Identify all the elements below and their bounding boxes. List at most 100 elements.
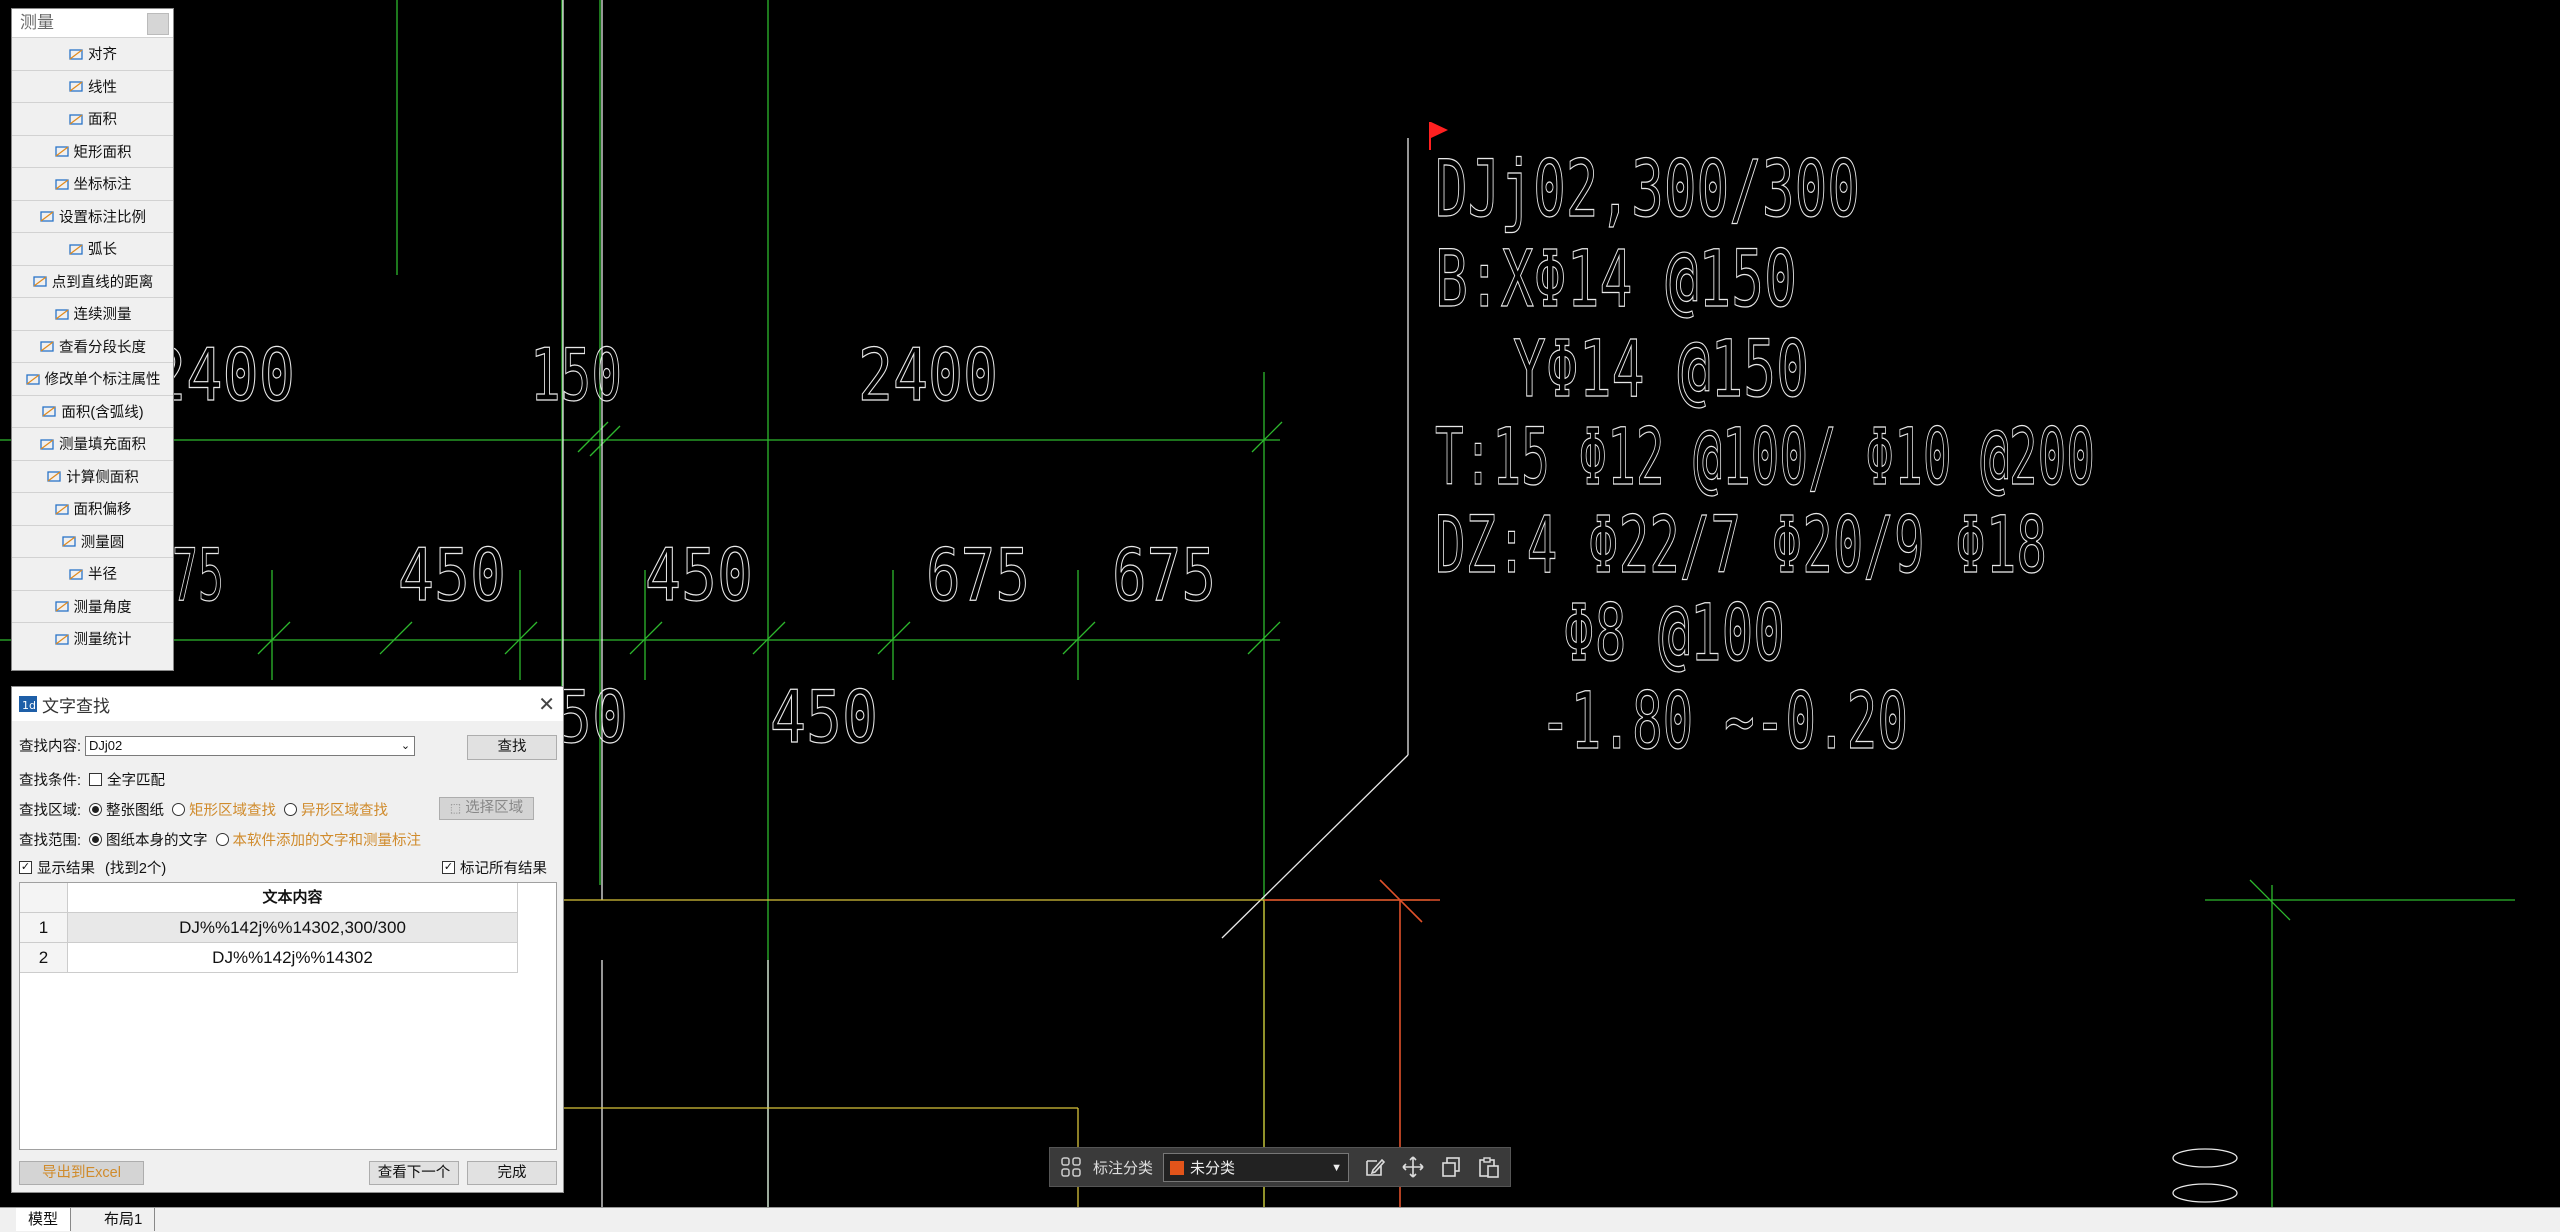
app-icon: 1d bbox=[19, 696, 37, 712]
paste-icon[interactable] bbox=[1477, 1155, 1501, 1179]
measure-tool-icon bbox=[69, 114, 83, 125]
measure-tool-icon bbox=[40, 439, 54, 450]
measure-tool-icon bbox=[69, 49, 83, 60]
dim-text-low-3: 450 bbox=[770, 675, 878, 759]
area-shape-radio[interactable] bbox=[284, 803, 298, 816]
measure-tool-icon bbox=[69, 244, 83, 255]
area-whole-radio[interactable] bbox=[89, 803, 103, 816]
scope-drawing-radio[interactable] bbox=[89, 833, 103, 846]
annotation-line-7: -1.80 ~-0.20 bbox=[1540, 677, 1908, 767]
measure-toolbar-title: 测量 bbox=[12, 9, 173, 37]
table-row[interactable]: 2 DJ%%142j%%14302 bbox=[20, 943, 518, 973]
measure-tool-item[interactable]: 测量填充面积 bbox=[12, 427, 173, 460]
tab-layout1[interactable]: 布局1 bbox=[92, 1208, 156, 1231]
chevron-down-icon[interactable]: ⌄ bbox=[401, 737, 410, 755]
measure-tool-item[interactable]: 面积(含弧线) bbox=[12, 394, 173, 428]
find-scope-label: 查找范围: bbox=[19, 833, 82, 849]
show-results-label: 显示结果 bbox=[37, 861, 95, 877]
measure-tool-label: 测量填充面积 bbox=[59, 437, 146, 454]
measure-tool-item[interactable]: 点到直线的距离 bbox=[12, 264, 173, 298]
measure-tool-label: 坐标标注 bbox=[73, 177, 132, 194]
dim-text-mid-2: 450 bbox=[398, 533, 506, 617]
find-button[interactable]: 查找 bbox=[467, 735, 557, 760]
annotation-category-select[interactable]: 未分类 ▼ bbox=[1163, 1153, 1349, 1182]
move-icon[interactable] bbox=[1401, 1155, 1425, 1179]
measure-tool-item[interactable]: 面积偏移 bbox=[12, 492, 173, 525]
annotation-category-bar: 标注分类 未分类 ▼ bbox=[1049, 1147, 1511, 1187]
measure-tool-icon bbox=[54, 179, 69, 190]
measure-tool-item[interactable]: 计算侧面积 bbox=[12, 459, 173, 493]
measure-tool-item[interactable]: 测量统计 bbox=[12, 622, 173, 655]
measure-tool-item[interactable]: 测量角度 bbox=[12, 589, 173, 623]
measure-tool-icon bbox=[54, 601, 69, 612]
measure-tool-item[interactable]: 坐标标注 bbox=[12, 167, 173, 200]
measure-tool-icon bbox=[47, 471, 61, 482]
show-results-checkbox[interactable]: ✓ bbox=[19, 861, 32, 874]
row-text: DJ%%142j%%14302 bbox=[68, 943, 518, 973]
measure-tool-item[interactable]: 连续测量 bbox=[12, 297, 173, 330]
dim-text-mid-5: 675 bbox=[1112, 533, 1216, 617]
measure-tool-icon bbox=[54, 146, 69, 157]
area-whole-label: 整张图纸 bbox=[106, 803, 165, 819]
edit-icon[interactable] bbox=[1363, 1155, 1387, 1179]
measure-tool-label: 测量圆 bbox=[80, 534, 125, 551]
measure-tool-label: 计算侧面积 bbox=[66, 469, 139, 486]
next-result-button[interactable]: 查看下一个 bbox=[369, 1161, 459, 1185]
dim-text-top-2: 150 bbox=[530, 333, 622, 417]
select-area-button[interactable]: ⬚ 选择区域 bbox=[439, 797, 534, 820]
mark-all-checkbox[interactable]: ✓ bbox=[442, 861, 455, 874]
close-button[interactable] bbox=[147, 13, 169, 35]
copy-icon[interactable] bbox=[1439, 1155, 1463, 1179]
measure-tool-label: 测量角度 bbox=[73, 599, 132, 616]
annotation-category-value: 未分类 bbox=[1190, 1160, 1236, 1177]
measure-tool-item[interactable]: 修改单个标注属性 bbox=[12, 362, 173, 395]
whole-word-label: 全字匹配 bbox=[107, 773, 166, 789]
area-rect-radio[interactable] bbox=[172, 803, 186, 816]
tab-model[interactable]: 模型 bbox=[16, 1208, 72, 1231]
scope-software-label: 本软件添加的文字和测量标注 bbox=[232, 833, 422, 849]
area-shape-label: 异形区域查找 bbox=[301, 803, 389, 819]
measure-tool-item[interactable]: 半径 bbox=[12, 557, 173, 590]
measure-tool-icon bbox=[54, 504, 69, 515]
measure-tool-label: 弧长 bbox=[88, 242, 117, 259]
measure-tool-item[interactable]: 矩形面积 bbox=[12, 134, 173, 168]
annotation-line-4: T:15 Φ12 @100/ Φ10 @200 bbox=[1435, 413, 2095, 503]
measure-tool-icon bbox=[25, 374, 40, 385]
measure-tool-label: 修改单个标注属性 bbox=[44, 372, 161, 389]
done-button[interactable]: 完成 bbox=[467, 1161, 557, 1185]
svg-text:1d: 1d bbox=[22, 699, 36, 712]
measure-tool-label: 连续测量 bbox=[73, 307, 132, 324]
find-area-label: 查找区域: bbox=[19, 803, 82, 819]
find-content-input[interactable]: DJj02 ⌄ bbox=[85, 735, 416, 756]
annotation-line-5: DZ:4 Φ22/7 Φ20/9 Φ18 bbox=[1435, 501, 2047, 591]
row-text: DJ%%142j%%14302,300/300 bbox=[68, 913, 518, 943]
results-table: 文本内容 1 DJ%%142j%%14302,300/300 2 DJ%%142… bbox=[19, 882, 557, 1150]
scope-software-radio[interactable] bbox=[215, 833, 229, 846]
measure-tool-icon bbox=[42, 406, 57, 417]
annotation-category-label: 标注分类 bbox=[1093, 1159, 1154, 1177]
measure-tool-label: 面积 bbox=[88, 112, 117, 129]
dim-text-mid-4: 675 bbox=[926, 533, 1030, 617]
measure-tool-item[interactable]: 面积 bbox=[12, 102, 173, 135]
measure-tool-icon bbox=[62, 536, 76, 547]
measure-tool-item[interactable]: 线性 bbox=[12, 69, 173, 103]
dialog-title: 文字查找 bbox=[42, 696, 110, 716]
measure-tool-item[interactable]: 对齐 bbox=[12, 37, 173, 70]
close-icon[interactable]: ✕ bbox=[538, 692, 555, 717]
measure-tool-label: 面积(含弧线) bbox=[61, 404, 144, 421]
table-row[interactable]: 1 DJ%%142j%%14302,300/300 bbox=[20, 913, 518, 943]
whole-word-checkbox[interactable] bbox=[89, 773, 103, 786]
measure-tool-item[interactable]: 设置标注比例 bbox=[12, 199, 173, 233]
measure-tool-item[interactable]: 弧长 bbox=[12, 232, 173, 265]
dropdown-arrow-icon[interactable]: ▼ bbox=[1331, 1162, 1342, 1174]
dim-text-mid-3: 450 bbox=[645, 533, 753, 617]
measure-tool-icon bbox=[40, 341, 54, 352]
measure-tool-label: 对齐 bbox=[88, 47, 117, 64]
measure-tool-label: 点到直线的距离 bbox=[51, 274, 154, 291]
annotation-line-1: DJj02,300/300 bbox=[1435, 145, 1860, 235]
measure-tool-item[interactable]: 查看分段长度 bbox=[12, 329, 173, 363]
grid-apps-icon[interactable] bbox=[1059, 1155, 1083, 1179]
measure-tool-item[interactable]: 测量圆 bbox=[12, 524, 173, 558]
annotation-line-3: YΦ14 @150 bbox=[1513, 325, 1809, 415]
export-excel-button[interactable]: 导出到Excel bbox=[19, 1161, 144, 1185]
